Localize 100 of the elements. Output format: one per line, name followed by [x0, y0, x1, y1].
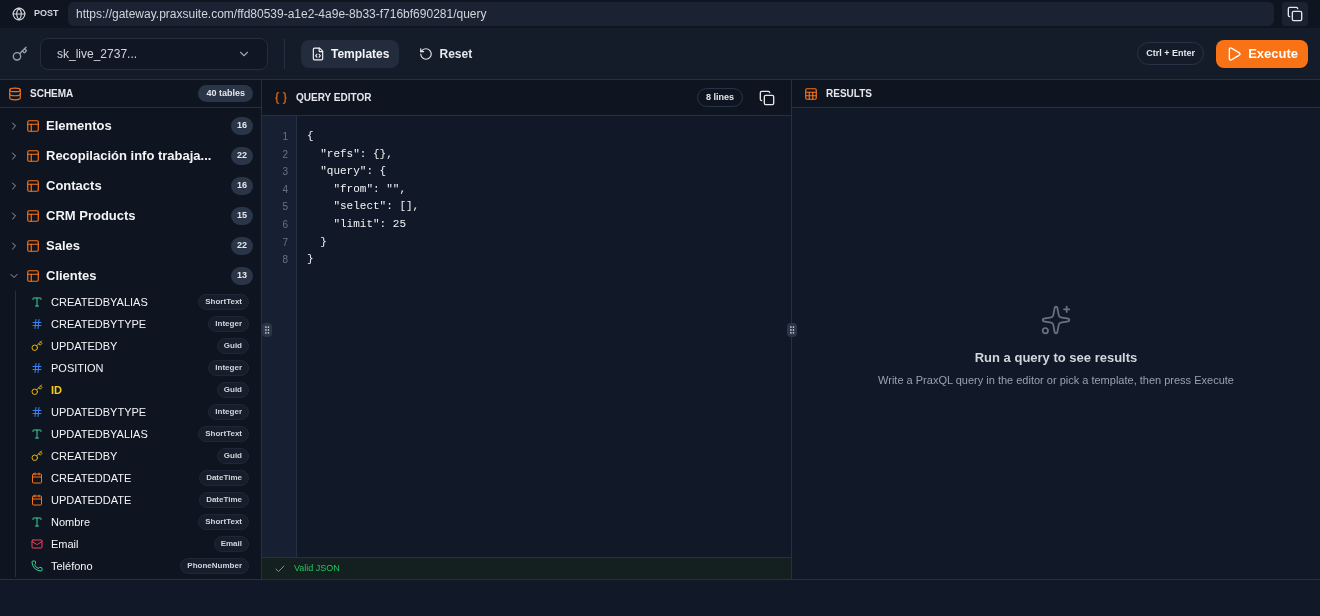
field-count-badge: 15: [231, 207, 253, 225]
field-count-badge: 22: [231, 147, 253, 165]
field-name: Nombre: [51, 514, 92, 530]
templates-button[interactable]: Templates: [301, 39, 400, 68]
table-name: Contacts: [46, 177, 103, 196]
field-name: POSITION: [51, 360, 105, 376]
hash-icon: [31, 362, 43, 374]
field-row[interactable]: Email Email: [16, 533, 261, 555]
api-key-select[interactable]: sk_live_2737...: [40, 37, 268, 70]
calendar-icon: [31, 494, 43, 506]
validation-status: Valid JSON: [294, 561, 340, 575]
copy-button[interactable]: [1282, 2, 1308, 26]
schema-table-row[interactable]: CRM Products 15: [0, 201, 261, 231]
method-label: POST: [34, 7, 60, 21]
empty-hint: Write a PraxQL query in the editor or pick a template, then press Execute: [878, 372, 1234, 388]
field-type-badge: Guid: [216, 338, 249, 354]
field-count-badge: 13: [231, 267, 253, 285]
code-line: }: [319, 234, 327, 250]
field-row[interactable]: UPDATEDBYALIAS ShortText: [16, 423, 261, 445]
field-row[interactable]: UPDATEDBYTYPE Integer: [16, 401, 261, 423]
code-line: "query": {: [319, 164, 387, 180]
field-name: UPDATEDBY: [51, 338, 119, 354]
field-name: CREATEDDATE: [51, 470, 133, 486]
schema-table-row[interactable]: Recopilación info trabaja... 22: [0, 141, 261, 171]
field-row[interactable]: UPDATEDBY Guid: [16, 335, 261, 357]
field-row[interactable]: CREATEDDATE DateTime: [16, 467, 261, 489]
field-name: Email: [51, 536, 80, 552]
field-type-badge: ShortText: [198, 514, 249, 530]
url-field[interactable]: https://gateway.praxsuite.com/ffd80539-a1e2-4a9e-8b33-f716bf690281/query: [68, 2, 1274, 26]
schema-table-row[interactable]: Contacts 16: [0, 171, 261, 201]
text-type-icon: [31, 516, 43, 528]
field-row[interactable]: POSITION Integer: [16, 357, 261, 379]
phone-icon: [31, 560, 43, 572]
field-type-badge: Integer: [208, 404, 249, 420]
code-line: {: [307, 129, 314, 144]
field-row[interactable]: CREATEDBY Guid: [16, 445, 261, 467]
line-number: 5: [281, 200, 289, 215]
schema-table-row[interactable]: Sales 22: [0, 231, 261, 261]
field-type-badge: Integer: [208, 316, 249, 332]
field-row[interactable]: CREATEDBYTYPE Integer: [16, 313, 261, 335]
field-type-badge: DateTime: [199, 492, 249, 508]
database-icon: [8, 86, 22, 101]
field-name: CREATEDBYALIAS: [51, 294, 149, 310]
resize-handle[interactable]: [262, 323, 272, 337]
field-row[interactable]: ID Guid: [16, 379, 261, 401]
code-line: "from": "",: [332, 181, 407, 197]
field-row[interactable]: Nombre ShortText: [16, 511, 261, 533]
code-line: "limit": 25: [332, 216, 407, 232]
reset-icon: [419, 46, 434, 61]
table-icon: [26, 119, 40, 133]
field-row[interactable]: CREATEDBYALIAS ShortText: [16, 291, 261, 313]
globe-icon: [12, 7, 26, 21]
code-line: }: [307, 252, 314, 268]
field-name: Teléfono: [51, 558, 94, 574]
mail-icon: [31, 538, 43, 550]
play-icon: [1226, 45, 1243, 62]
resize-handle[interactable]: [787, 323, 797, 337]
field-row[interactable]: UPDATEDDATE DateTime: [16, 489, 261, 511]
text-type-icon: [31, 296, 43, 308]
field-name: CREATEDBYTYPE: [51, 316, 148, 332]
table-name: CRM Products: [46, 207, 137, 226]
table-icon: [26, 239, 40, 253]
schema-table-row[interactable]: Elementos 16: [0, 111, 261, 141]
field-row[interactable]: Teléfono PhoneNumber: [16, 555, 261, 577]
field-name: ID: [51, 382, 63, 398]
shortcut-hint: Ctrl + Enter: [1137, 41, 1205, 66]
key-icon: [12, 45, 28, 62]
file-code-icon: [311, 46, 325, 61]
field-type-badge: ShortText: [198, 294, 249, 310]
text-type-icon: [31, 428, 43, 440]
field-type-badge: Guid: [216, 382, 249, 398]
field-name: UPDATEDDATE: [51, 492, 133, 508]
braces-icon: [274, 90, 288, 105]
field-count-badge: 16: [231, 117, 253, 135]
line-number: 3: [281, 165, 289, 180]
code-line: "select": [],: [332, 199, 420, 215]
table-name: Elementos: [46, 117, 113, 136]
line-number: 8: [281, 253, 289, 268]
code-line: "refs": {},: [319, 146, 393, 162]
field-count-badge: 16: [231, 177, 253, 195]
key-icon: [31, 384, 43, 396]
schema-table-row[interactable]: Clientes 13: [0, 261, 261, 291]
table-icon: [26, 269, 40, 283]
line-number: 6: [281, 217, 289, 232]
table-name: Recopilación info trabaja...: [46, 147, 213, 166]
schema-title: SCHEMA: [30, 87, 75, 101]
hash-icon: [31, 406, 43, 418]
table-icon: [26, 209, 40, 223]
table-icon: [26, 179, 40, 193]
key-icon: [31, 450, 43, 462]
hash-icon: [31, 318, 43, 330]
field-count-badge: 22: [231, 237, 253, 255]
line-number: 2: [281, 147, 289, 162]
results-title: RESULTS: [826, 87, 872, 101]
line-number: 7: [281, 235, 289, 250]
reset-button[interactable]: Reset: [411, 39, 481, 68]
key-icon: [31, 340, 43, 352]
field-type-badge: DateTime: [199, 470, 249, 486]
field-type-badge: Guid: [216, 448, 249, 464]
sparkle-icon: [1040, 304, 1072, 336]
